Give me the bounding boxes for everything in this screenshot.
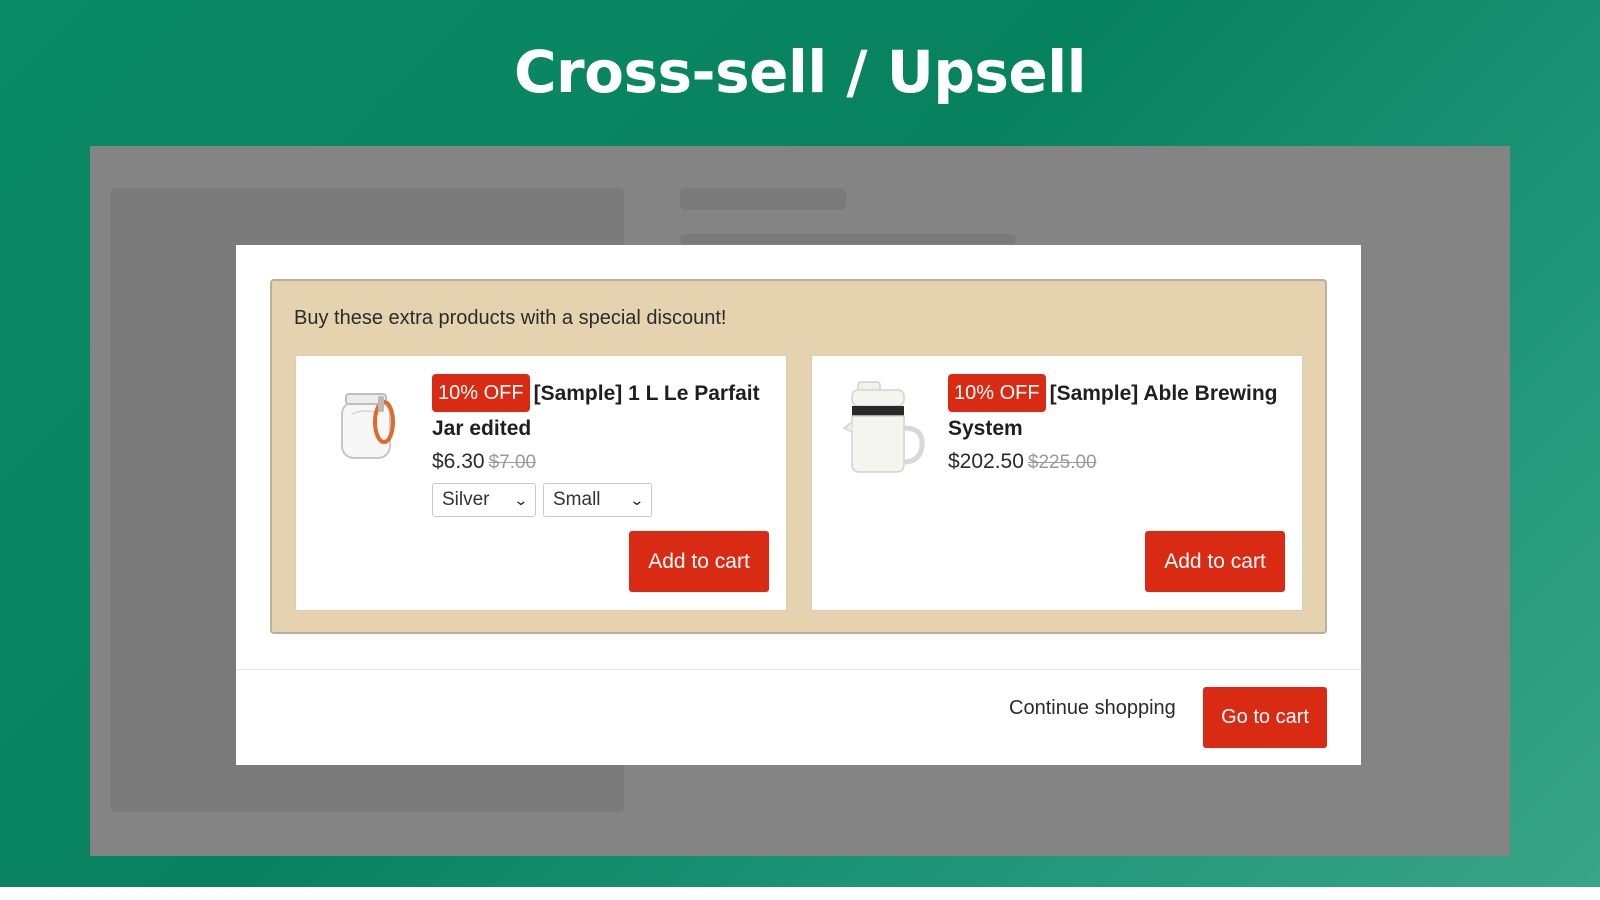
chevron-down-icon: ⌄ (629, 491, 645, 508)
color-select[interactable]: Silver ⌄ (432, 483, 536, 517)
product-title[interactable]: 10% OFF [Sample] Able Brewing System (948, 374, 1288, 446)
color-select-value: Silver (442, 489, 490, 510)
offer-box: Buy these extra products with a special … (270, 279, 1327, 634)
offer-heading: Buy these extra products with a special … (294, 307, 727, 329)
original-price: $7.00 (488, 452, 537, 473)
add-to-cart-button[interactable]: Add to cart (1145, 531, 1285, 592)
product-title[interactable]: 10% OFF [Sample] 1 L Le Parfait Jar edite… (432, 374, 772, 446)
product-card: 10% OFF [Sample] 1 L Le Parfait Jar edite… (295, 355, 787, 611)
price-row: $6.30 $7.00 (432, 446, 772, 479)
product-card: 10% OFF [Sample] Able Brewing System $202… (811, 355, 1303, 611)
original-price: $225.00 (1027, 452, 1097, 473)
variant-selects: Silver ⌄ Small ⌄ (432, 483, 772, 517)
add-to-cart-button[interactable]: Add to cart (629, 531, 769, 592)
divider (236, 669, 1361, 670)
discount-badge: 10% OFF (948, 374, 1046, 412)
discount-badge: 10% OFF (432, 374, 530, 412)
upsell-modal: Buy these extra products with a special … (236, 245, 1361, 765)
product-info: 10% OFF [Sample] Able Brewing System $202… (948, 374, 1288, 479)
glass-jar-icon[interactable] (326, 378, 414, 466)
bottom-strip (0, 887, 1600, 900)
sale-price: $202.50 (948, 450, 1024, 473)
continue-shopping-link[interactable]: Continue shopping (1009, 697, 1176, 720)
brewing-pitcher-icon[interactable] (842, 378, 930, 473)
background-placeholder (680, 188, 846, 210)
chevron-down-icon: ⌄ (513, 491, 529, 508)
page-title: Cross-sell / Upsell (513, 38, 1087, 106)
sale-price: $6.30 (432, 450, 485, 473)
go-to-cart-button[interactable]: Go to cart (1203, 687, 1327, 748)
size-select-value: Small (553, 489, 601, 510)
size-select[interactable]: Small ⌄ (543, 483, 652, 517)
price-row: $202.50 $225.00 (948, 446, 1288, 479)
background-placeholder (680, 234, 1016, 244)
product-info: 10% OFF [Sample] 1 L Le Parfait Jar edite… (432, 374, 772, 517)
